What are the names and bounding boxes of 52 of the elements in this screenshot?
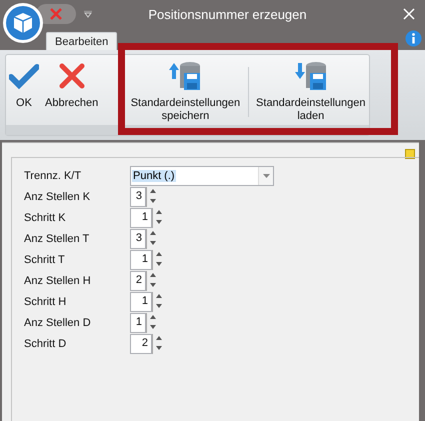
database-upload-icon <box>168 61 202 91</box>
field-label: Anz Stellen D <box>24 316 92 331</box>
field-label: Schritt T <box>24 253 66 268</box>
number-field[interactable]: 3 <box>130 187 146 207</box>
ok-button[interactable]: OK <box>6 59 42 125</box>
number-field[interactable]: 1 <box>130 208 152 228</box>
field-label: Anz Stellen H <box>24 274 92 289</box>
number-field[interactable]: 1 <box>130 250 152 270</box>
field-label: Schritt H <box>24 295 68 310</box>
caret-up-icon <box>156 252 162 256</box>
caret-up-icon <box>156 210 162 214</box>
x-icon <box>50 8 62 20</box>
caret-up-icon <box>150 273 156 277</box>
ribbon-tab[interactable]: Bearbeiten <box>46 32 118 50</box>
field-label: Anz Stellen K <box>24 190 92 205</box>
load-defaults-button[interactable]: Standardeinstellungen laden <box>252 59 369 125</box>
caret-up-icon <box>150 315 156 319</box>
field-label: Schritt D <box>24 337 68 352</box>
save-defaults-button[interactable]: Standardeinstellungen speichern <box>127 59 244 125</box>
customize-caret-icon[interactable] <box>84 10 92 18</box>
number-field[interactable]: 3 <box>130 229 146 249</box>
database-download-icon <box>294 61 328 91</box>
cancel-button[interactable]: Abbrechen <box>42 59 102 125</box>
window-title: Positionsnummer erzeugen <box>147 6 308 22</box>
caret-up-icon <box>150 189 156 193</box>
cube-icon[interactable] <box>5 5 41 41</box>
caret-up-icon <box>150 231 156 235</box>
caret-down-icon <box>150 241 156 245</box>
caret-down-icon <box>156 220 162 224</box>
number-field[interactable]: 1 <box>130 313 146 333</box>
caret-down-icon <box>150 199 156 203</box>
number-field[interactable]: 2 <box>130 334 152 354</box>
field-label: Trennz. K/T <box>24 169 82 184</box>
number-field[interactable]: 1 <box>130 292 152 312</box>
caret-down-icon <box>150 283 156 287</box>
field-label: Schritt K <box>24 211 67 226</box>
caret-down-icon <box>156 304 162 308</box>
caret-up-icon <box>156 294 162 298</box>
close-button[interactable] <box>403 8 415 20</box>
dropdown-button[interactable] <box>258 167 273 185</box>
caret-down-icon <box>156 262 162 266</box>
caret-down-icon <box>156 346 162 350</box>
caret-up-icon <box>156 336 162 340</box>
check-icon <box>9 61 39 91</box>
x-icon <box>58 61 85 91</box>
separator-dropdown[interactable]: Punkt (.) <box>130 166 274 186</box>
caret-down-icon <box>150 325 156 329</box>
quick-access-button[interactable] <box>36 4 76 24</box>
caret-down-icon <box>262 174 270 178</box>
number-field[interactable]: 2 <box>130 271 146 291</box>
field-label: Anz Stellen T <box>24 232 90 247</box>
info-icon[interactable] <box>405 30 422 47</box>
